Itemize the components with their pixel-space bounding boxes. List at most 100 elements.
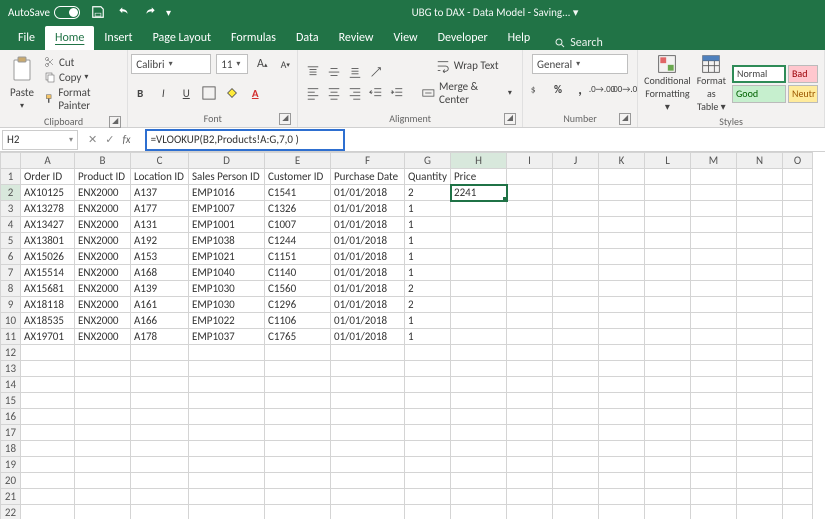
cell-D2[interactable]: EMP1016 — [189, 185, 265, 201]
row-header-19[interactable]: 19 — [1, 457, 21, 473]
column-header-O[interactable]: O — [783, 153, 813, 169]
cell-I21[interactable] — [507, 489, 553, 505]
cell-F3[interactable]: 01/01/2018 — [331, 201, 405, 217]
format-painter-button[interactable]: Format Painter — [44, 86, 121, 112]
cell-E5[interactable]: C1244 — [265, 233, 331, 249]
cell-F4[interactable]: 01/01/2018 — [331, 217, 405, 233]
cell-I15[interactable] — [507, 393, 553, 409]
cell-O19[interactable] — [783, 457, 813, 473]
cell-B17[interactable] — [75, 425, 131, 441]
cell-D7[interactable]: EMP1040 — [189, 265, 265, 281]
cell-C21[interactable] — [131, 489, 189, 505]
row-header-5[interactable]: 5 — [1, 233, 21, 249]
cell-N13[interactable] — [737, 361, 783, 377]
cell-J17[interactable] — [553, 425, 599, 441]
cell-D20[interactable] — [189, 473, 265, 489]
cell-B1[interactable]: Product ID — [75, 169, 131, 185]
cell-B22[interactable] — [75, 505, 131, 519]
redo-icon[interactable] — [140, 3, 160, 21]
cell-F10[interactable]: 01/01/2018 — [331, 313, 405, 329]
cell-E21[interactable] — [265, 489, 331, 505]
column-header-D[interactable]: D — [189, 153, 265, 169]
cell-O3[interactable] — [783, 201, 813, 217]
cell-A18[interactable] — [21, 441, 75, 457]
cell-F2[interactable]: 01/01/2018 — [331, 185, 405, 201]
cell-C22[interactable] — [131, 505, 189, 519]
column-header-C[interactable]: C — [131, 153, 189, 169]
cell-N12[interactable] — [737, 345, 783, 361]
cell-K5[interactable] — [599, 233, 645, 249]
cell-E20[interactable] — [265, 473, 331, 489]
column-header-H[interactable]: H — [451, 153, 507, 169]
cell-J7[interactable] — [553, 265, 599, 281]
cell-E2[interactable]: C1541 — [265, 185, 331, 201]
orientation-icon[interactable] — [367, 63, 385, 81]
cell-A12[interactable] — [21, 345, 75, 361]
column-header-L[interactable]: L — [645, 153, 691, 169]
cell-A2[interactable]: AX10125 — [21, 185, 75, 201]
cell-F16[interactable] — [331, 409, 405, 425]
cell-L20[interactable] — [645, 473, 691, 489]
cell-L15[interactable] — [645, 393, 691, 409]
cell-C12[interactable] — [131, 345, 189, 361]
cell-styles-gallery[interactable]: Normal Bad Good Neutr — [732, 65, 818, 103]
cell-B6[interactable]: ENX2000 — [75, 249, 131, 265]
cell-N15[interactable] — [737, 393, 783, 409]
cell-C6[interactable]: A153 — [131, 249, 189, 265]
cell-G9[interactable]: 2 — [405, 297, 451, 313]
row-header-11[interactable]: 11 — [1, 329, 21, 345]
cell-K16[interactable] — [599, 409, 645, 425]
cell-N20[interactable] — [737, 473, 783, 489]
cell-M8[interactable] — [691, 281, 737, 297]
cell-K6[interactable] — [599, 249, 645, 265]
cell-L14[interactable] — [645, 377, 691, 393]
cell-M10[interactable] — [691, 313, 737, 329]
cell-F18[interactable] — [331, 441, 405, 457]
row-header-12[interactable]: 12 — [1, 345, 21, 361]
cell-A11[interactable]: AX19701 — [21, 329, 75, 345]
cell-O2[interactable] — [783, 185, 813, 201]
cell-A16[interactable] — [21, 409, 75, 425]
cell-M7[interactable] — [691, 265, 737, 281]
cell-G16[interactable] — [405, 409, 451, 425]
column-header-G[interactable]: G — [405, 153, 451, 169]
cell-I22[interactable] — [507, 505, 553, 519]
cell-A15[interactable] — [21, 393, 75, 409]
cell-M22[interactable] — [691, 505, 737, 519]
cell-N5[interactable] — [737, 233, 783, 249]
cell-M17[interactable] — [691, 425, 737, 441]
cell-H14[interactable] — [451, 377, 507, 393]
percent-format-icon[interactable]: % — [549, 80, 567, 98]
column-header-M[interactable]: M — [691, 153, 737, 169]
cell-H18[interactable] — [451, 441, 507, 457]
cell-C4[interactable]: A131 — [131, 217, 189, 233]
decrease-decimal-icon[interactable]: .00→.0 — [615, 80, 633, 98]
worksheet-grid[interactable]: ABCDEFGHIJKLMNO1Order IDProduct IDLocati… — [0, 152, 825, 519]
cell-D4[interactable]: EMP1001 — [189, 217, 265, 233]
cell-N9[interactable] — [737, 297, 783, 313]
alignment-dialog-launcher[interactable]: ◢ — [504, 113, 516, 125]
cell-O9[interactable] — [783, 297, 813, 313]
cell-K20[interactable] — [599, 473, 645, 489]
cell-C10[interactable]: A166 — [131, 313, 189, 329]
cell-F19[interactable] — [331, 457, 405, 473]
cell-H7[interactable] — [451, 265, 507, 281]
cell-G1[interactable]: Quantity — [405, 169, 451, 185]
cell-B9[interactable]: ENX2000 — [75, 297, 131, 313]
row-header-2[interactable]: 2 — [1, 185, 21, 201]
cell-D16[interactable] — [189, 409, 265, 425]
column-header-J[interactable]: J — [553, 153, 599, 169]
cell-C8[interactable]: A139 — [131, 281, 189, 297]
cell-J22[interactable] — [553, 505, 599, 519]
cell-I14[interactable] — [507, 377, 553, 393]
ribbon-search[interactable]: Search — [554, 36, 603, 50]
column-header-K[interactable]: K — [599, 153, 645, 169]
cell-J13[interactable] — [553, 361, 599, 377]
cell-H12[interactable] — [451, 345, 507, 361]
cell-I5[interactable] — [507, 233, 553, 249]
cell-O14[interactable] — [783, 377, 813, 393]
column-header-I[interactable]: I — [507, 153, 553, 169]
row-header-13[interactable]: 13 — [1, 361, 21, 377]
cell-N4[interactable] — [737, 217, 783, 233]
cell-K1[interactable] — [599, 169, 645, 185]
